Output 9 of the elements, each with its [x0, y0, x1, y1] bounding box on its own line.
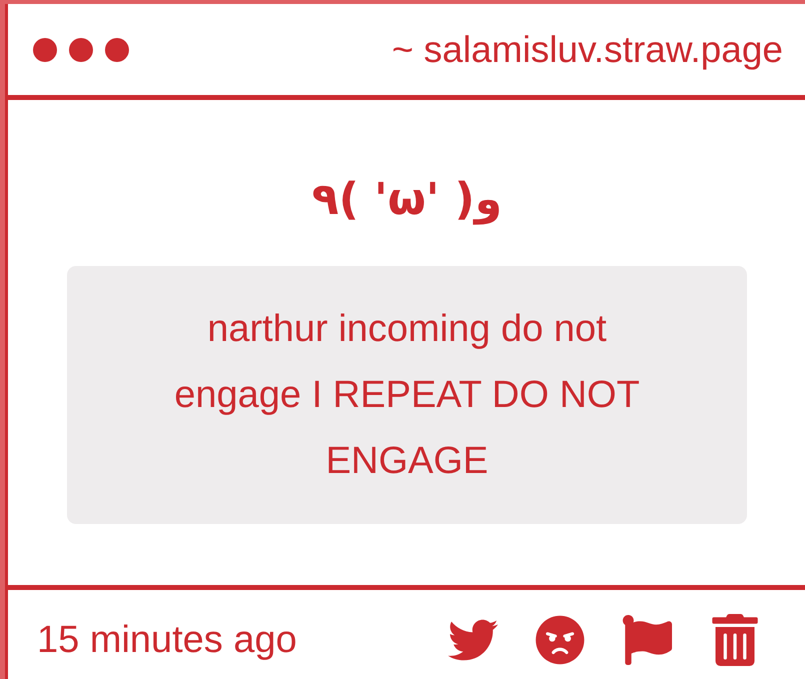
dot-icon — [33, 38, 57, 62]
timestamp: 15 minutes ago — [37, 618, 297, 662]
dot-icon — [69, 38, 93, 62]
angry-face-icon[interactable] — [535, 614, 585, 664]
dot-icon — [105, 38, 129, 62]
flag-icon[interactable] — [622, 614, 672, 664]
window-title: ~ salamisluv.straw.page — [392, 28, 783, 72]
kaomoji-heading: ٩( 'ω' )و — [312, 173, 502, 227]
message-text: narthur incoming do not engage I REPEAT DO NOT ENGAGE — [173, 307, 641, 484]
